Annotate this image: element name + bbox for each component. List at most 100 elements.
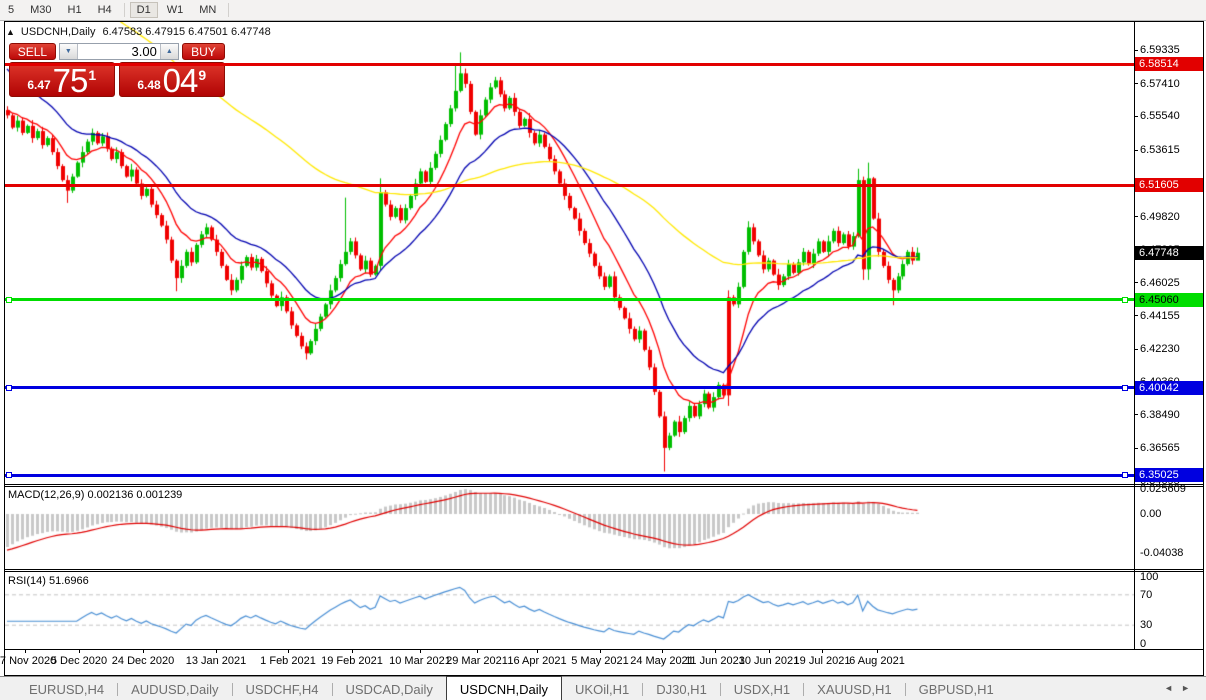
sell-price-box[interactable]: 6.47 75 1 [9,62,115,97]
sell-price-small: 6.47 [27,78,50,92]
rsi-axis-label: 30 [1140,619,1152,631]
time-axis-tick [715,650,716,653]
chart-symbol-period: USDCNH,Daily [21,26,96,38]
time-axis-tick [79,650,80,653]
tab-audusd-daily[interactable]: AUDUSD,Daily [118,677,231,700]
timeframe-button-h1[interactable]: H1 [61,2,89,18]
sell-price-big: 75 [53,65,88,96]
buy-price-small: 6.48 [137,78,160,92]
tab-ukoil-h1[interactable]: UKOil,H1 [562,677,642,700]
line-handle[interactable] [1122,472,1128,478]
time-axis-label: 19 Jul 2021 [794,655,851,667]
price-axis-tick [1134,150,1138,151]
price-axis-tick [1134,116,1138,117]
price-axis-label: 6.59335 [1140,44,1180,56]
time-axis-tick [769,650,770,653]
price-chart-canvas[interactable] [5,22,1134,675]
time-axis-tick [877,650,878,653]
macd-indicator-label: MACD(12,26,9) 0.002136 0.001239 [8,489,182,501]
time-axis-tick [600,650,601,653]
price-axis-tick [1134,315,1138,316]
tab-dj30-h1[interactable]: DJ30,H1 [643,677,720,700]
macd-axis-label: -0.04038 [1140,547,1183,559]
tab-usdx-h1[interactable]: USDX,H1 [721,677,803,700]
price-axis-label: 6.42230 [1140,343,1180,355]
time-axis-tick [537,650,538,653]
trading-terminal: 5M30H1H4 D1W1MN ▲ USDCNH,Daily 6.47583 6.… [0,0,1206,700]
line-handle[interactable] [6,297,12,303]
tab-scroll-right-icon[interactable]: ► [1181,683,1198,693]
tab-gbpusd-h1[interactable]: GBPUSD,H1 [906,677,1007,700]
time-axis-label: 16 Apr 2021 [507,655,566,667]
price-level-badge: 6.40042 [1135,381,1203,395]
rsi-indicator-label: RSI(14) 51.6966 [8,575,89,587]
tab-scroll-arrows[interactable]: ◄► [1164,683,1198,693]
toolbar-separator [228,3,229,17]
chart-marker-icon: ▲ [6,27,15,37]
timeframe-button-h4[interactable]: H4 [91,2,119,18]
timeframe-button-m30[interactable]: M30 [23,2,58,18]
chart-tab-bar: EURUSD,H4AUDUSD,DailyUSDCHF,H4USDCAD,Dai… [0,676,1206,700]
timeframe-button-5[interactable]: 5 [1,2,21,18]
timeframe-button-w1[interactable]: W1 [160,2,191,18]
time-axis-label: 5 May 2021 [571,655,628,667]
time-axis-tick [352,650,353,653]
price-axis-tick [1134,216,1138,217]
macd-axis-label: 0.025609 [1140,483,1186,495]
price-axis-label: 6.44155 [1140,310,1180,322]
time-axis-label: 24 Dec 2020 [112,655,174,667]
time-axis-label: 10 Mar 2021 [389,655,451,667]
time-axis-label: 30 Jun 2021 [739,655,800,667]
price-axis-label: 6.55540 [1140,110,1180,122]
time-axis-label: 6 Aug 2021 [849,655,905,667]
current-bid-badge: 6.47748 [1135,246,1203,260]
time-axis-tick [662,650,663,653]
toolbar-separator [124,3,125,17]
time-axis-tick [25,650,26,653]
tab-xauusd-h1[interactable]: XAUUSD,H1 [804,677,904,700]
price-level-badge: 6.45060 [1135,293,1203,307]
time-axis-tick [143,650,144,653]
horizontal-line-6.40042[interactable] [5,386,1134,389]
price-axis-label: 6.53615 [1140,144,1180,156]
timeframe-button-mn[interactable]: MN [192,2,223,18]
time-axis-tick [420,650,421,653]
buy-price-sup: 9 [198,67,206,83]
line-handle[interactable] [1122,297,1128,303]
time-axis-label: 5 Dec 2020 [51,655,107,667]
price-axis-tick [1134,282,1138,283]
tab-scroll-left-icon[interactable]: ◄ [1164,683,1181,693]
buy-price-box[interactable]: 6.48 04 9 [119,62,226,97]
buy-button[interactable]: BUY [182,43,225,60]
horizontal-line-6.35025[interactable] [5,474,1134,477]
timeframe-button-d1[interactable]: D1 [130,2,158,18]
price-level-badge: 6.51605 [1135,178,1203,192]
sell-button[interactable]: SELL [9,43,56,60]
one-click-trading-widget: SELL ▼ ▲ BUY 6.47 75 1 6.48 04 9 [9,43,225,97]
time-axis-tick [822,650,823,653]
timeframe-toolbar: 5M30H1H4 D1W1MN [0,0,1206,21]
volume-decrease-button[interactable]: ▼ [60,44,78,59]
tab-usdcnh-daily[interactable]: USDCNH,Daily [446,676,562,700]
rsi-axis-label: 100 [1140,571,1158,583]
price-axis-label: 6.38490 [1140,409,1180,421]
line-handle[interactable] [1122,385,1128,391]
time-axis-label: 19 Feb 2021 [321,655,383,667]
volume-input[interactable] [78,44,160,59]
tab-usdcad-daily[interactable]: USDCAD,Daily [333,677,446,700]
volume-increase-button[interactable]: ▲ [160,44,178,59]
tab-strip-lead [0,677,16,700]
volume-spinner: ▼ ▲ [59,43,179,60]
horizontal-line-6.45060[interactable] [5,298,1134,301]
sell-price-sup: 1 [88,67,96,83]
tab-eurusd-h4[interactable]: EURUSD,H4 [16,677,117,700]
line-handle[interactable] [6,472,12,478]
price-level-badge: 6.58514 [1135,57,1203,71]
price-axis-label: 6.36565 [1140,442,1180,454]
price-axis-tick [1134,448,1138,449]
tab-usdchf-h4[interactable]: USDCHF,H4 [233,677,332,700]
horizontal-line-6.58514[interactable] [5,63,1134,66]
line-handle[interactable] [6,385,12,391]
chart-title: ▲ USDCNH,Daily 6.47583 6.47915 6.47501 6… [6,26,271,38]
horizontal-line-6.51605[interactable] [5,184,1134,187]
